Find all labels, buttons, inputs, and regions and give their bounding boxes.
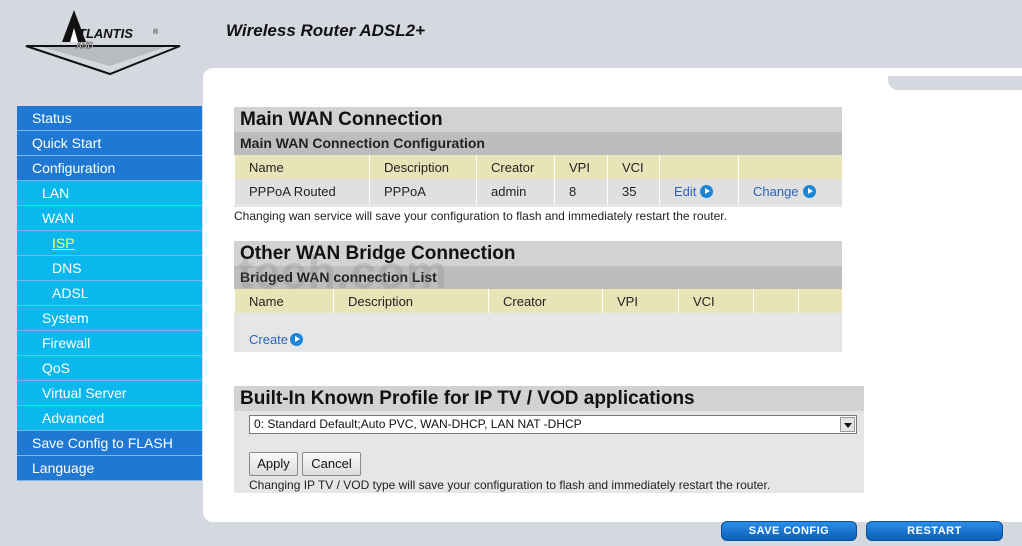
cell-vci: 35 xyxy=(607,179,660,204)
table-header-row: Name Description Creator VPI VCI xyxy=(234,155,842,179)
iptv-title: Built-In Known Profile for IP TV / VOD a… xyxy=(234,386,864,411)
svg-text:AND: AND xyxy=(75,41,94,50)
nav-item-language[interactable]: Language xyxy=(17,456,202,481)
bridge-wan-subtitle: Bridged WAN connection List xyxy=(234,266,842,289)
col-edit xyxy=(659,155,739,179)
nav-item-qos[interactable]: QoS xyxy=(17,356,202,381)
nav-item-firewall[interactable]: Firewall xyxy=(17,331,202,356)
main-wan-subtitle: Main WAN Connection Configuration xyxy=(234,132,842,155)
col-extra-1 xyxy=(753,289,799,313)
main-wan-section: Main WAN Connection Main WAN Connection … xyxy=(234,107,842,207)
atlantis-logo: TLANTIS ® AND xyxy=(18,4,188,80)
nav-item-quick-start[interactable]: Quick Start xyxy=(17,131,202,156)
nav-item-configuration[interactable]: Configuration xyxy=(17,156,202,181)
table-row: PPPoA Routed PPPoA admin 8 35 Edit Chang… xyxy=(234,179,842,204)
edit-link[interactable]: Edit xyxy=(674,184,696,199)
col-change xyxy=(738,155,842,179)
change-link-cell: Change xyxy=(738,179,842,204)
arrow-right-icon[interactable] xyxy=(700,185,714,198)
wan-change-note: Changing wan service will save your conf… xyxy=(234,209,727,223)
col-description: Description xyxy=(333,289,489,313)
svg-text:®: ® xyxy=(153,28,159,36)
create-link[interactable]: Create xyxy=(249,332,288,347)
bridge-wan-title: Other WAN Bridge Connection xyxy=(234,241,842,266)
col-extra-2 xyxy=(798,289,842,313)
nav-item-lan[interactable]: LAN xyxy=(17,181,202,206)
nav-item-virtual-server[interactable]: Virtual Server xyxy=(17,381,202,406)
main-wan-table: Name Description Creator VPI VCI PPPoA R… xyxy=(234,155,842,204)
apply-button[interactable]: Apply xyxy=(249,452,298,476)
arrow-right-icon[interactable] xyxy=(290,333,304,346)
col-description: Description xyxy=(369,155,477,179)
cell-creator: admin xyxy=(476,179,555,204)
col-name: Name xyxy=(234,289,334,313)
save-config-button[interactable]: SAVE CONFIG xyxy=(721,521,857,541)
svg-text:TLANTIS: TLANTIS xyxy=(78,26,133,41)
nav-item-save-config[interactable]: Save Config to FLASH xyxy=(17,431,202,456)
nav-item-system[interactable]: System xyxy=(17,306,202,331)
col-vci: VCI xyxy=(607,155,660,179)
col-name: Name xyxy=(234,155,370,179)
nav-item-isp[interactable]: ISP xyxy=(17,231,202,256)
arrow-right-icon[interactable] xyxy=(802,185,816,198)
cell-name: PPPoA Routed xyxy=(234,179,370,204)
col-vpi: VPI xyxy=(554,155,608,179)
nav-item-advanced[interactable]: Advanced xyxy=(17,406,202,431)
nav-item-dns[interactable]: DNS xyxy=(17,256,202,281)
cell-description: PPPoA xyxy=(369,179,477,204)
panel-notch xyxy=(888,76,1022,90)
col-vpi: VPI xyxy=(602,289,679,313)
create-link-wrap: Create xyxy=(249,332,304,347)
edit-link-cell: Edit xyxy=(659,179,739,204)
cancel-button[interactable]: Cancel xyxy=(302,452,361,476)
bridge-wan-section: Other WAN Bridge Connection Bridged WAN … xyxy=(234,241,842,352)
sidebar-nav: Status Quick Start Configuration LAN WAN… xyxy=(17,106,202,481)
col-creator: Creator xyxy=(476,155,555,179)
iptv-profile-select[interactable]: 0: Standard Default;Auto PVC, WAN-DHCP, … xyxy=(249,415,857,434)
col-vci: VCI xyxy=(678,289,754,313)
col-creator: Creator xyxy=(488,289,603,313)
iptv-change-note: Changing IP TV / VOD type will save your… xyxy=(249,478,771,492)
chevron-down-icon[interactable] xyxy=(840,417,855,432)
product-title: Wireless Router ADSL2+ xyxy=(226,21,426,40)
bridge-wan-table: Name Description Creator VPI VCI xyxy=(234,289,842,313)
restart-button[interactable]: RESTART xyxy=(866,521,1003,541)
nav-item-status[interactable]: Status xyxy=(17,106,202,131)
cell-vpi: 8 xyxy=(554,179,608,204)
iptv-profile-value: 0: Standard Default;Auto PVC, WAN-DHCP, … xyxy=(254,417,582,431)
table-header-row: Name Description Creator VPI VCI xyxy=(234,289,842,313)
iptv-section: Built-In Known Profile for IP TV / VOD a… xyxy=(234,386,864,493)
nav-item-wan[interactable]: WAN xyxy=(17,206,202,231)
nav-item-adsl[interactable]: ADSL xyxy=(17,281,202,306)
main-wan-title: Main WAN Connection xyxy=(234,107,842,132)
change-link[interactable]: Change xyxy=(753,184,799,199)
